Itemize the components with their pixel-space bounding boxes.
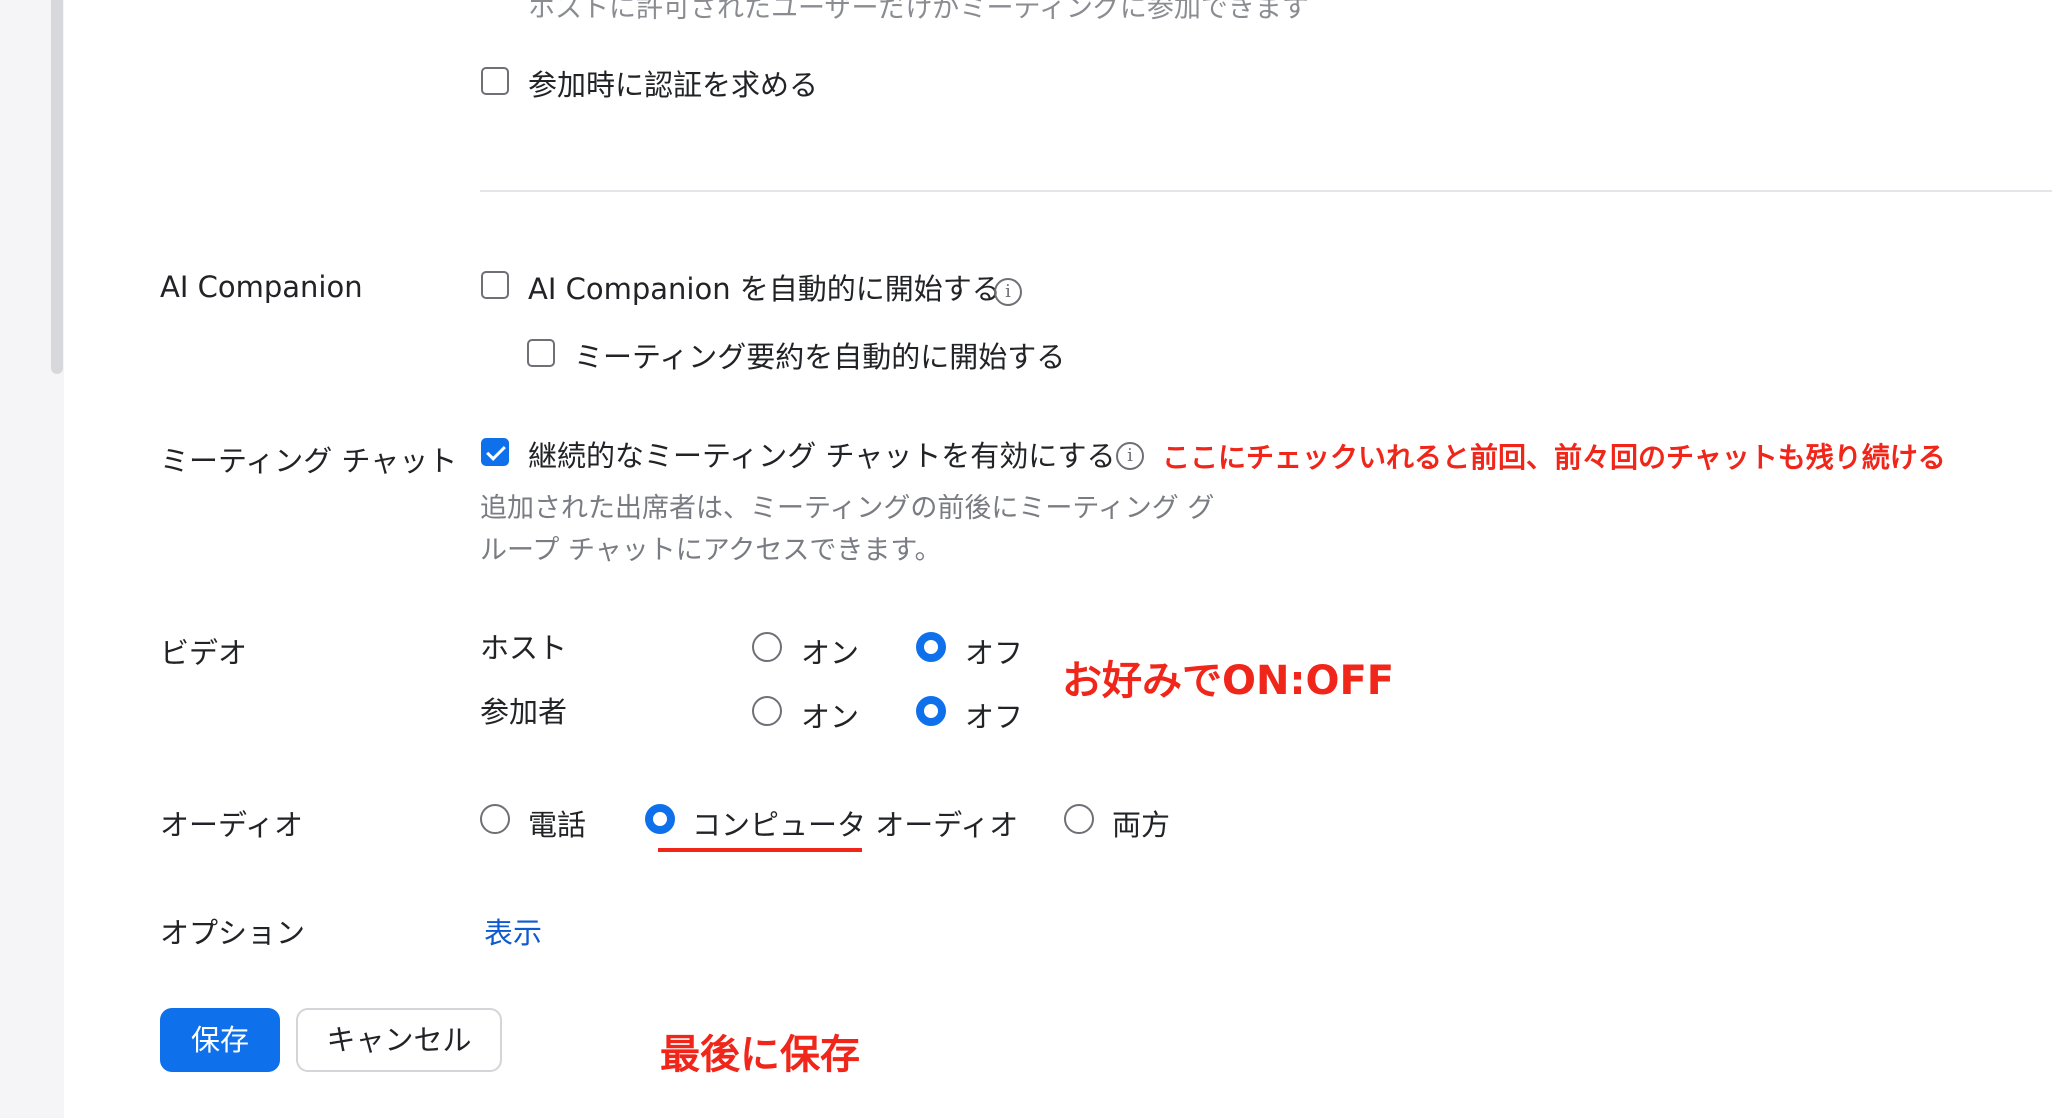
audio-computer-label: コンピュータ オーディオ bbox=[692, 808, 1019, 842]
video-annotation: お好みでON:OFF bbox=[1062, 658, 1395, 704]
audio-both-label: 両方 bbox=[1112, 808, 1171, 842]
save-button[interactable]: 保存 bbox=[160, 1008, 280, 1072]
audio-phone-radio[interactable] bbox=[480, 804, 510, 834]
video-participant-off-radio[interactable] bbox=[916, 696, 946, 726]
computer-audio-underline bbox=[658, 848, 862, 852]
meeting-chat-label: ミーティング チャット bbox=[160, 444, 458, 478]
video-label: ビデオ bbox=[160, 636, 248, 670]
meeting-summary-checkbox[interactable] bbox=[527, 339, 555, 367]
audio-computer-radio[interactable] bbox=[645, 804, 675, 834]
video-participant-on-radio[interactable] bbox=[752, 696, 782, 726]
chat-annotation: ここにチェックいれると前回、前々回のチャットも残り続ける bbox=[1162, 441, 1946, 474]
options-label: オプション bbox=[160, 916, 306, 950]
ai-companion-label: AI Companion bbox=[160, 270, 363, 304]
cancel-button[interactable]: キャンセル bbox=[296, 1008, 502, 1072]
video-participant-on-label: オン bbox=[801, 700, 860, 734]
meeting-summary-label: ミーティング要約を自動的に開始する bbox=[574, 340, 1066, 374]
audio-label: オーディオ bbox=[160, 808, 303, 842]
chat-description-line1: 追加された出席者は、ミーティングの前後にミーティング グ bbox=[480, 493, 1215, 524]
info-icon[interactable]: i bbox=[1116, 442, 1144, 470]
video-host-label: ホスト bbox=[480, 631, 568, 665]
video-participant-off-label: オフ bbox=[965, 700, 1024, 734]
scrollbar-thumb[interactable] bbox=[51, 0, 63, 374]
audio-both-radio[interactable] bbox=[1064, 804, 1094, 834]
section-divider bbox=[480, 190, 2052, 192]
persistent-chat-checkbox[interactable] bbox=[481, 438, 509, 466]
chat-description-line2: ループ チャットにアクセスできます。 bbox=[480, 535, 942, 566]
info-icon[interactable]: i bbox=[994, 278, 1022, 306]
video-host-off-radio[interactable] bbox=[916, 632, 946, 662]
save-annotation: 最後に保存 bbox=[660, 1032, 860, 1078]
ai-companion-autostart-label: AI Companion を自動的に開始する bbox=[528, 272, 1001, 306]
ai-companion-autostart-checkbox[interactable] bbox=[481, 271, 509, 299]
video-participant-label: 参加者 bbox=[480, 695, 568, 729]
require-auth-label: 参加時に認証を求める bbox=[528, 68, 819, 102]
video-host-on-radio[interactable] bbox=[752, 632, 782, 662]
host-permitted-users-text: ホストに許可されたユーザーだけがミーティングに参加できます bbox=[528, 0, 1309, 24]
persistent-chat-label: 継続的なミーティング チャットを有効にする bbox=[528, 439, 1116, 473]
video-host-on-label: オン bbox=[801, 636, 860, 670]
options-show-link[interactable]: 表示 bbox=[484, 910, 542, 952]
audio-phone-label: 電話 bbox=[528, 808, 587, 842]
require-auth-checkbox[interactable] bbox=[481, 67, 509, 95]
video-host-off-label: オフ bbox=[965, 636, 1024, 670]
